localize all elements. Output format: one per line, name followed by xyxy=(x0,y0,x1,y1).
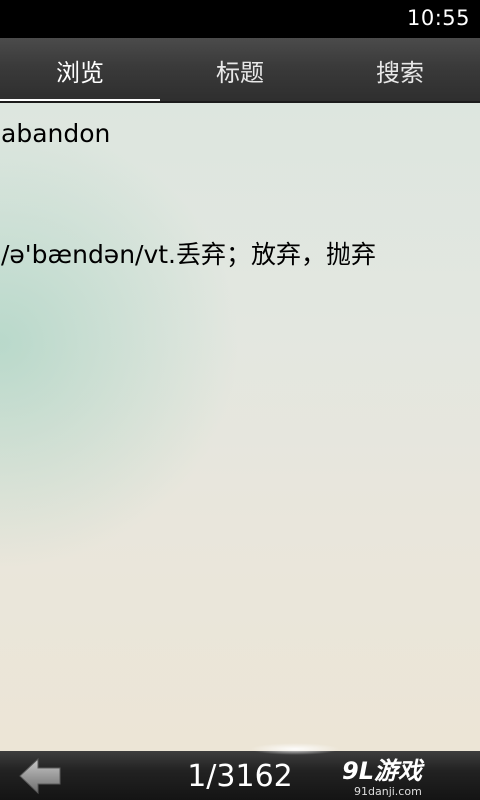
tab-titles-label: 标题 xyxy=(216,58,264,87)
tab-browse[interactable]: 浏览 xyxy=(0,38,160,102)
status-bar: 10:55 xyxy=(0,0,480,38)
tab-search-label: 搜索 xyxy=(376,58,424,87)
page-counter: 1/3162 xyxy=(187,759,293,794)
previous-page-button[interactable] xyxy=(18,757,64,795)
status-clock: 10:55 xyxy=(406,6,470,30)
watermark-brand: 9L游戏 xyxy=(342,757,425,785)
watermark-url: 91danji.com xyxy=(354,785,422,798)
tab-titles[interactable]: 标题 xyxy=(160,38,320,102)
entry-definition: /ə'bændən/vt.丢弃；放弃，抛弃 xyxy=(1,240,377,269)
tab-browse-label: 浏览 xyxy=(56,58,104,87)
watermark-logo-graphic: 9L游戏 91danji.com xyxy=(342,757,425,798)
tab-search[interactable]: 搜索 xyxy=(320,38,480,102)
entry-word: abandon xyxy=(1,119,111,148)
entry-content[interactable]: abandon /ə'bændən/vt.丢弃；放弃，抛弃 xyxy=(0,103,480,751)
watermark-logo: 9L游戏 91danji.com xyxy=(324,752,474,798)
tab-bar: 浏览 标题 搜索 xyxy=(0,38,480,102)
left-arrow-icon xyxy=(19,757,61,795)
